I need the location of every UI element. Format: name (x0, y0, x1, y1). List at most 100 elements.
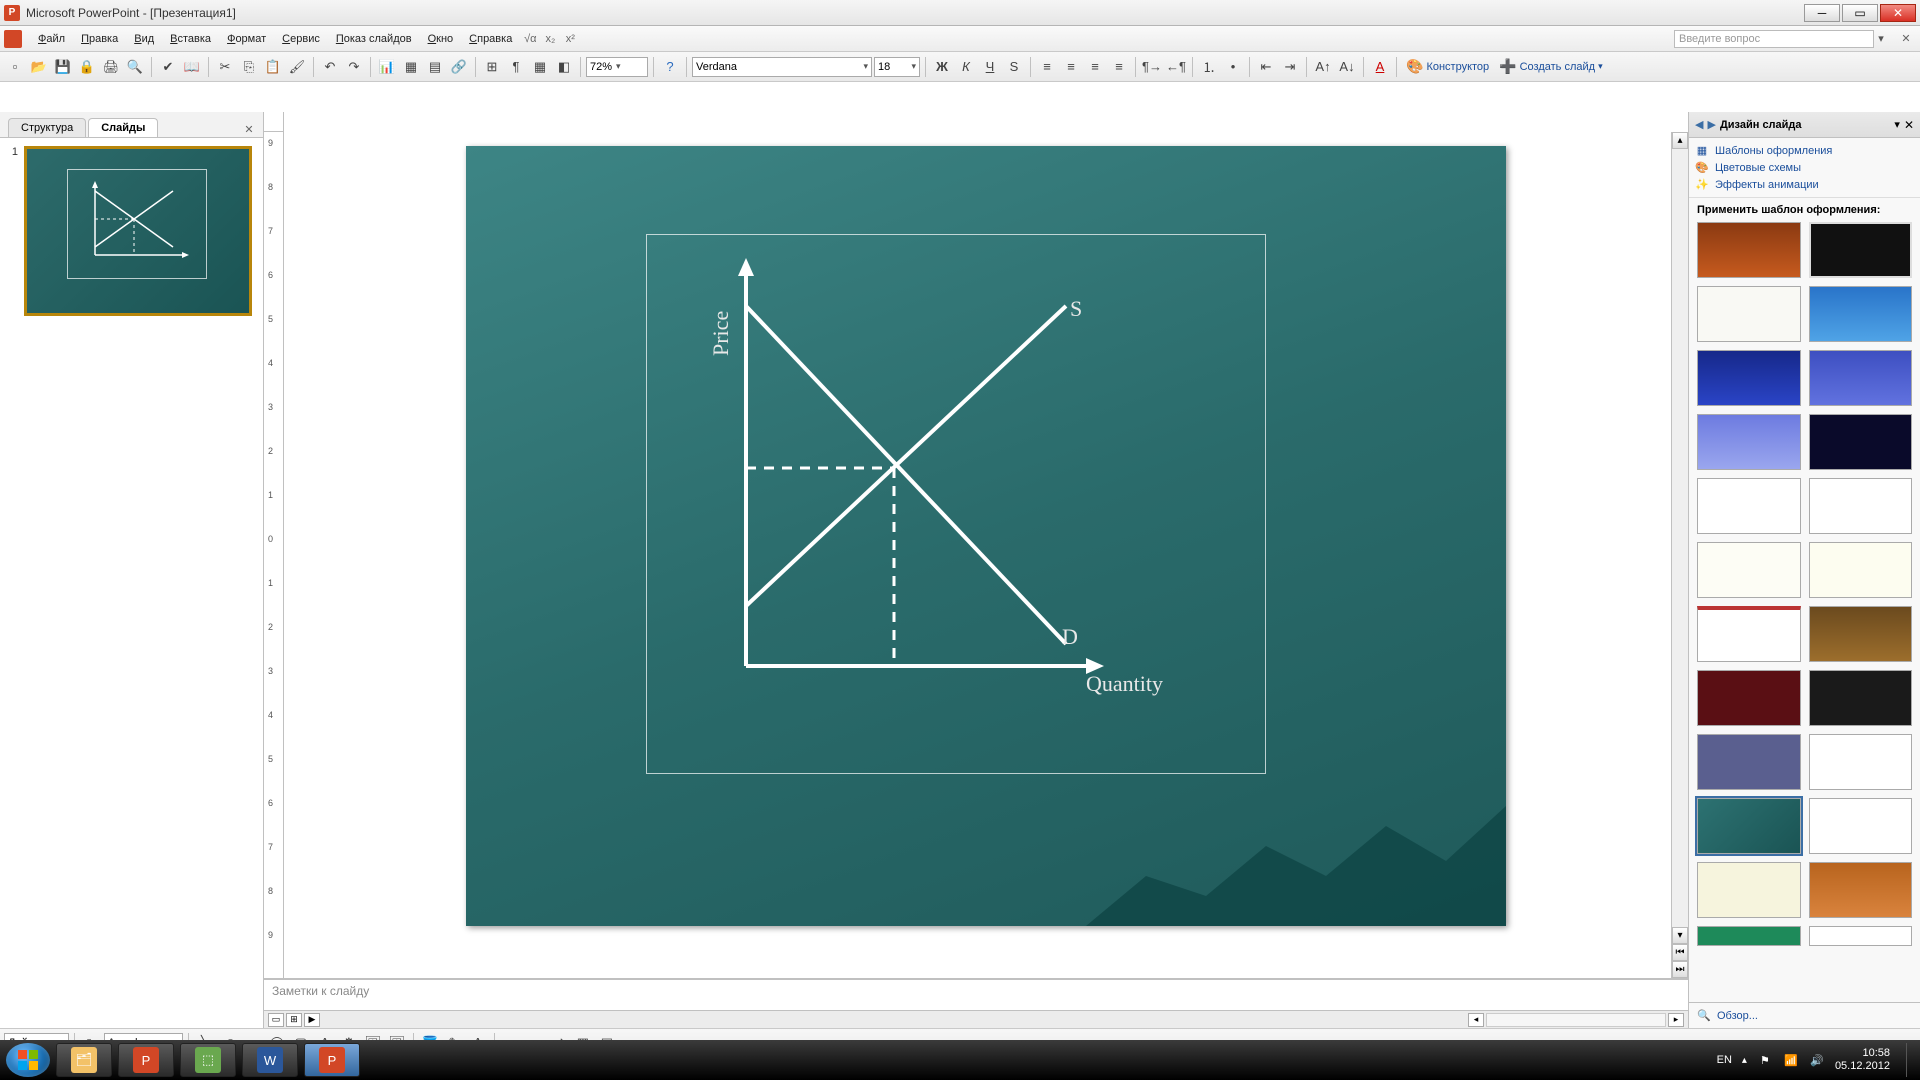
tab-structure[interactable]: Структура (8, 118, 86, 137)
minimize-button[interactable]: ─ (1804, 4, 1840, 22)
template-thumb[interactable] (1697, 670, 1801, 726)
menu-help[interactable]: Справка (461, 31, 520, 47)
tables-borders-icon[interactable]: ▤ (424, 56, 446, 78)
slideshow-view-icon[interactable]: ▶ (304, 1013, 320, 1027)
tp-fwd-icon[interactable]: ▶ (1707, 118, 1715, 131)
menu-view[interactable]: Вид (126, 31, 162, 47)
tp-dropdown-icon[interactable]: ▾ (1894, 118, 1900, 131)
pane-close-icon[interactable]: ✕ (241, 121, 257, 137)
menu-insert[interactable]: Вставка (162, 31, 219, 47)
maximize-button[interactable]: ▭ (1842, 4, 1878, 22)
show-desktop-button[interactable] (1906, 1043, 1914, 1077)
italic-icon[interactable]: К (955, 56, 977, 78)
menu-file[interactable]: Файл (30, 31, 73, 47)
tray-network-icon[interactable]: 📶 (1783, 1052, 1799, 1068)
taskbar-unknown[interactable]: ⬚ (180, 1043, 236, 1077)
paste-icon[interactable]: 📋 (262, 56, 284, 78)
slide-1[interactable]: Price Quantity S D (466, 146, 1506, 926)
undo-icon[interactable]: ↶ (319, 56, 341, 78)
increase-font-icon[interactable]: A↑ (1312, 56, 1334, 78)
tp-browse-link[interactable]: 🔍Обзор... (1697, 1007, 1912, 1024)
taskbar-powerpoint-running[interactable]: P (304, 1043, 360, 1077)
menu-tools[interactable]: Сервис (274, 31, 328, 47)
zoom-combo[interactable]: 72%▾ (586, 57, 648, 77)
shadow-icon[interactable]: S (1003, 56, 1025, 78)
font-name-combo[interactable]: Verdana▾ (692, 57, 872, 77)
font-size-combo[interactable]: 18▾ (874, 57, 920, 77)
tp-link-colors[interactable]: 🎨Цветовые схемы (1695, 159, 1914, 176)
template-thumb[interactable] (1697, 862, 1801, 918)
save-icon[interactable]: 💾 (52, 56, 74, 78)
prev-slide-icon[interactable]: ⏮ (1672, 944, 1688, 961)
slide-canvas[interactable]: Price Quantity S D ▴ ▾ ⏮ ⏭ (284, 132, 1688, 978)
sorter-view-icon[interactable]: ⊞ (286, 1013, 302, 1027)
tray-volume-icon[interactable]: 🔊 (1809, 1052, 1825, 1068)
formula-icon[interactable]: √α (522, 31, 538, 47)
template-thumb[interactable] (1809, 670, 1913, 726)
subscript-icon[interactable]: x² (562, 31, 578, 47)
scroll-right-icon[interactable]: ▸ (1668, 1013, 1684, 1027)
color-grayscale-icon[interactable]: ◧ (553, 56, 575, 78)
template-thumb[interactable] (1697, 222, 1801, 278)
scroll-down-icon[interactable]: ▾ (1672, 927, 1688, 944)
tp-link-animation[interactable]: ✨Эффекты анимации (1695, 176, 1914, 193)
superscript-icon[interactable]: x₂ (542, 31, 558, 47)
cut-icon[interactable]: ✂ (214, 56, 236, 78)
align-center-icon[interactable]: ≡ (1060, 56, 1082, 78)
template-thumb[interactable] (1697, 286, 1801, 342)
notes-pane[interactable]: Заметки к слайду (264, 978, 1688, 1010)
template-thumb-selected[interactable] (1697, 798, 1801, 854)
template-thumb[interactable] (1809, 350, 1913, 406)
menu-edit[interactable]: Правка (73, 31, 126, 47)
template-thumb[interactable] (1809, 222, 1913, 278)
font-color-icon[interactable]: A (1369, 56, 1391, 78)
align-justify-icon[interactable]: ≡ (1108, 56, 1130, 78)
ltr-icon[interactable]: ¶→ (1141, 56, 1163, 78)
help-icon[interactable]: ? (659, 56, 681, 78)
next-slide-icon[interactable]: ⏭ (1672, 961, 1688, 978)
tray-action-center-icon[interactable]: ⚑ (1757, 1052, 1773, 1068)
show-formatting-icon[interactable]: ¶ (505, 56, 527, 78)
rtl-icon[interactable]: ←¶ (1165, 56, 1187, 78)
template-thumb[interactable] (1697, 478, 1801, 534)
designer-link[interactable]: 🎨Конструктор (1402, 58, 1493, 75)
menu-format[interactable]: Формат (219, 31, 274, 47)
normal-view-icon[interactable]: ▭ (268, 1013, 284, 1027)
slide-thumbnail-1[interactable] (24, 146, 252, 316)
close-button[interactable]: ✕ (1880, 4, 1916, 22)
open-icon[interactable]: 📂 (28, 56, 50, 78)
bullet-list-icon[interactable]: • (1222, 56, 1244, 78)
underline-icon[interactable]: Ч (979, 56, 1001, 78)
template-thumb[interactable] (1697, 414, 1801, 470)
document-system-icon[interactable] (4, 30, 22, 48)
insert-chart-icon[interactable]: 📊 (376, 56, 398, 78)
redo-icon[interactable]: ↷ (343, 56, 365, 78)
tp-link-templates[interactable]: ▦Шаблоны оформления (1695, 142, 1914, 159)
grid-icon[interactable]: ▦ (529, 56, 551, 78)
insert-hyperlink-icon[interactable]: 🔗 (448, 56, 470, 78)
menu-window[interactable]: Окно (420, 31, 462, 47)
template-thumb[interactable] (1809, 414, 1913, 470)
create-slide-link[interactable]: ➕Создать слайд▾ (1495, 58, 1606, 75)
new-icon[interactable]: ▫ (4, 56, 26, 78)
h-scrollbar[interactable] (1486, 1013, 1666, 1027)
template-thumb[interactable] (1809, 926, 1913, 946)
expand-all-icon[interactable]: ⊞ (481, 56, 503, 78)
template-thumb[interactable] (1809, 478, 1913, 534)
research-icon[interactable]: 📖 (181, 56, 203, 78)
spelling-icon[interactable]: ✔ (157, 56, 179, 78)
taskbar-explorer[interactable]: 🗂 (56, 1043, 112, 1077)
taskbar-powerpoint-pinned[interactable]: P (118, 1043, 174, 1077)
ask-question-box[interactable]: Введите вопрос (1674, 30, 1874, 48)
scroll-left-icon[interactable]: ◂ (1468, 1013, 1484, 1027)
bold-icon[interactable]: Ж (931, 56, 953, 78)
template-thumb[interactable] (1697, 606, 1801, 662)
decrease-indent-icon[interactable]: ⇤ (1255, 56, 1277, 78)
format-painter-icon[interactable]: 🖌 (286, 56, 308, 78)
start-button[interactable] (6, 1043, 50, 1077)
template-thumb[interactable] (1697, 926, 1801, 946)
taskbar-word[interactable]: W (242, 1043, 298, 1077)
vertical-ruler[interactable]: 9876543210123456789 (264, 132, 284, 978)
vertical-scrollbar[interactable]: ▴ ▾ ⏮ ⏭ (1671, 132, 1688, 978)
template-thumb[interactable] (1809, 734, 1913, 790)
